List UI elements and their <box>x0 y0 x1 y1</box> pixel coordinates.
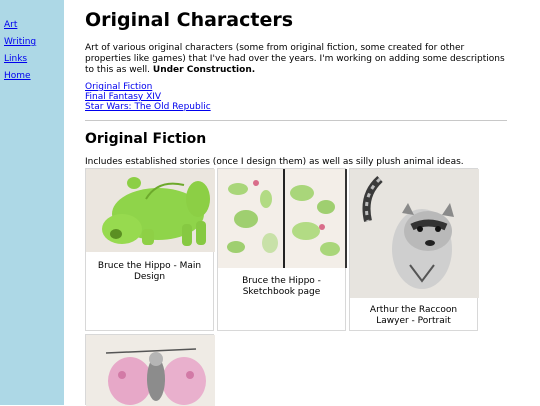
intro-paragraph: Art of various original characters (some… <box>85 43 505 75</box>
gallery-card-hippo-sketchbook[interactable]: Bruce the Hippo - Sketchbook page <box>217 168 347 331</box>
butterfly-character-image[interactable] <box>86 335 215 406</box>
section-description: Includes established stories (once I des… <box>85 157 464 167</box>
sidebar-item-home[interactable]: Home <box>4 71 31 81</box>
link-final-fantasy-xiv[interactable]: Final Fantasy XIV <box>85 92 211 102</box>
hippo-main-image[interactable] <box>86 169 215 252</box>
link-star-wars-tor[interactable]: Star Wars: The Old Republic <box>85 102 211 112</box>
raccoon-portrait-caption: Arthur the Raccoon Lawyer - Portrait <box>369 305 458 326</box>
sidebar-nav: Art Writing Links Home <box>0 0 64 405</box>
section-title: Original Fiction <box>85 131 207 147</box>
hippo-main-caption: Bruce the Hippo - Main Design <box>97 261 202 282</box>
gallery-card-hippo-main[interactable]: Bruce the Hippo - Main Design <box>85 168 215 331</box>
link-original-fiction[interactable]: Original Fiction <box>85 82 211 92</box>
hippo-sketchbook-image[interactable] <box>218 169 347 268</box>
sidebar-item-art[interactable]: Art <box>4 20 17 30</box>
intro-text: Art of various original characters (some… <box>85 43 507 76</box>
under-construction-notice: Under Construction. <box>152 65 256 75</box>
sidebar-item-links[interactable]: Links <box>4 54 27 64</box>
gallery-card-raccoon-portrait[interactable]: Arthur the Raccoon Lawyer - Portrait <box>349 168 479 331</box>
section-links: Original Fiction Final Fantasy XIV Star … <box>85 82 211 112</box>
hippo-sketchbook-caption: Bruce the Hippo - Sketchbook page <box>242 276 321 297</box>
page-title: Original Characters <box>85 9 294 31</box>
raccoon-portrait-image[interactable] <box>350 169 479 298</box>
sidebar-item-writing[interactable]: Writing <box>4 37 36 47</box>
divider <box>85 120 507 121</box>
gallery-card-partial[interactable] <box>85 334 215 406</box>
